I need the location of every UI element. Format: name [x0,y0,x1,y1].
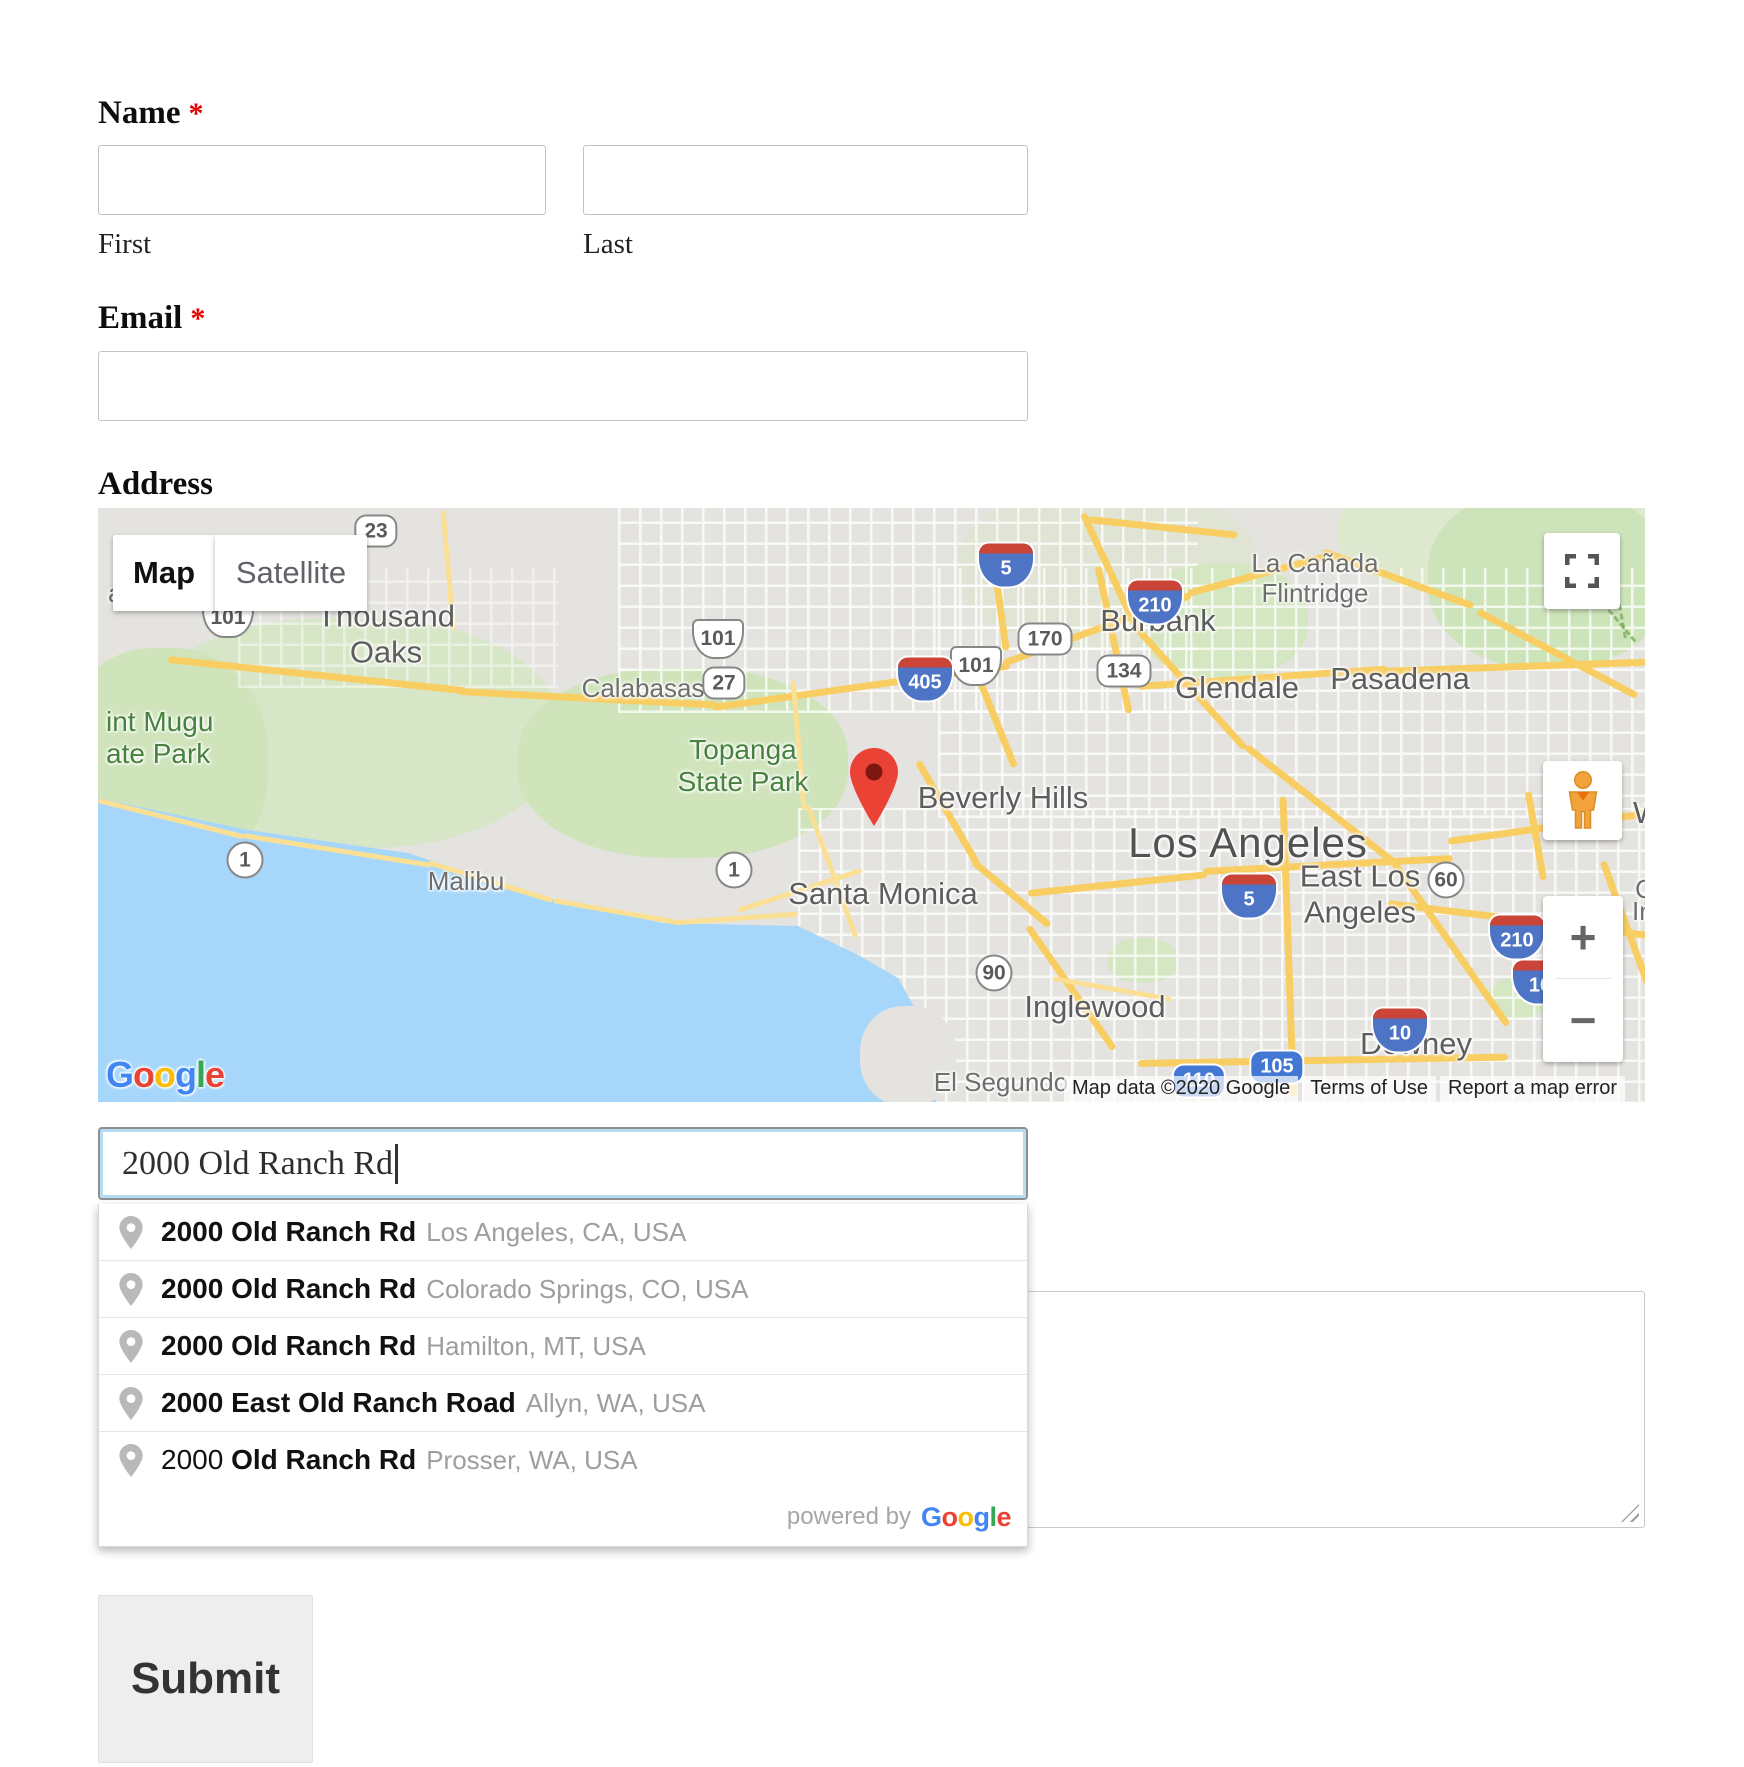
suggestion-main-text: 2000 Old Ranch Rd [161,1330,416,1362]
zoom-out-label: − [1570,993,1597,1047]
map-place-label: Beverly Hills [918,780,1089,816]
map-tab-label: Map [133,555,195,591]
autocomplete-items: 2000 Old Ranch RdLos Angeles, CA, USA200… [99,1204,1027,1488]
required-asterisk: * [190,302,205,335]
map-place-label: Inglewood [1024,989,1165,1025]
name-field-label: Name* [98,95,203,132]
required-asterisk: * [188,97,203,130]
submit-button[interactable]: Submit [98,1595,313,1763]
route-shield-60: 60 [1428,862,1465,899]
autocomplete-suggestion[interactable]: 2000 Old Ranch Rd Los Angeles, CA, USA [99,1204,1027,1260]
zoom-out-button[interactable]: − [1543,979,1623,1061]
map-place-label: Glendale [1175,670,1299,706]
fullscreen-button[interactable] [1544,533,1620,609]
google-logo: Google [921,1502,1011,1533]
address-field-label: Address [98,466,213,503]
map-pin-icon [119,1387,143,1420]
map-place-label: Topanga State Park [678,734,809,798]
report-map-error-link[interactable]: Report a map error [1440,1076,1625,1102]
map-pin-icon [119,1444,143,1477]
map-pin-icon [119,1273,143,1306]
map-marker-pin[interactable] [850,748,898,831]
suggestion-main-text: 2000 East Old Ranch Road [161,1387,516,1419]
email-label-text: Email [98,300,182,336]
last-sublabel: Last [583,228,633,261]
map-type-satellite-button[interactable]: Satellite [215,535,367,611]
map-data-attribution: Map data ©2020 Google [1064,1076,1298,1102]
suggestion-secondary-text: Prosser, WA, USA [426,1445,637,1476]
pegman-control[interactable] [1543,761,1622,840]
map-place-label: Malibu [428,867,505,897]
satellite-tab-label: Satellite [236,555,346,591]
map-place-label: In [1632,897,1645,927]
map-place-label: Calabasas [582,674,705,704]
pegman-icon [1562,771,1604,831]
google-map[interactable]: 2310110127101170134405521051010210606051… [98,508,1645,1102]
text-caret [395,1144,398,1184]
map-place-label: El Segundo [934,1068,1068,1098]
map-place-label: W [1633,795,1645,831]
first-name-input[interactable] [98,145,546,215]
route-shield-27: 27 [702,667,745,700]
map-place-label: Pasadena [1330,661,1470,697]
google-map-logo[interactable]: Google [106,1054,224,1096]
address-input-value: 2000 Old Ranch Rd [122,1145,393,1183]
suggestion-main-text: 2000 Old Ranch Rd [161,1216,416,1248]
places-autocomplete-dropdown: 2000 Old Ranch RdLos Angeles, CA, USA200… [98,1204,1028,1547]
address-autocomplete-input[interactable]: 2000 Old Ranch Rd [98,1127,1028,1200]
map-place-label: int Mugu ate Park [106,706,213,770]
email-input[interactable] [98,351,1028,421]
suggestion-secondary-text: Los Angeles, CA, USA [426,1217,686,1248]
map-attribution: Map data ©2020 Google Terms of Use Repor… [1064,1076,1625,1102]
submit-label: Submit [131,1654,280,1704]
map-type-map-button[interactable]: Map [113,535,215,611]
email-field-label: Email* [98,300,205,337]
fullscreen-icon [1565,554,1599,588]
suggestion-secondary-text: Hamilton, MT, USA [426,1331,646,1362]
route-shield-1: 1 [227,842,264,879]
map-pin-icon [119,1330,143,1363]
route-shield-134: 134 [1096,655,1151,688]
autocomplete-suggestion[interactable]: 2000 Old Ranch Rd Prosser, WA, USA [99,1431,1027,1488]
zoom-in-label: + [1570,910,1597,964]
suggestion-secondary-text: Allyn, WA, USA [526,1388,706,1419]
last-name-input[interactable] [583,145,1028,215]
autocomplete-suggestion[interactable]: 2000 Old Ranch Rd Hamilton, MT, USA [99,1317,1027,1374]
powered-by-google-row: powered by Google [99,1488,1027,1546]
textarea-resize-handle[interactable] [1621,1504,1639,1522]
autocomplete-suggestion[interactable]: 2000 East Old Ranch Road Allyn, WA, USA [99,1374,1027,1431]
zoom-in-button[interactable]: + [1543,896,1623,978]
map-pin-icon [119,1216,143,1249]
suggestion-secondary-text: Colorado Springs, CO, USA [426,1274,748,1305]
contact-form-page: Name* First Last Email* Address [0,0,1744,1767]
route-shield-90: 90 [976,955,1013,992]
name-label-text: Name [98,95,180,131]
route-shield-1: 1 [716,852,753,889]
zoom-control: + − [1543,896,1623,1062]
map-place-label: Santa Monica [788,876,978,912]
map-place-label: La Cañada Flintridge [1251,549,1378,609]
powered-by-text: powered by [787,1503,911,1531]
suggestion-main-text: 2000 Old Ranch Rd [161,1273,416,1305]
suggestion-main-text: 2000 Old Ranch Rd [161,1444,416,1476]
first-sublabel: First [98,228,151,261]
map-place-label: East Los Angeles [1300,858,1421,929]
autocomplete-suggestion[interactable]: 2000 Old Ranch Rd Colorado Springs, CO, U… [99,1260,1027,1317]
terms-of-use-link[interactable]: Terms of Use [1302,1076,1436,1102]
route-shield-170: 170 [1017,623,1072,656]
marker-pin-icon [850,748,898,826]
